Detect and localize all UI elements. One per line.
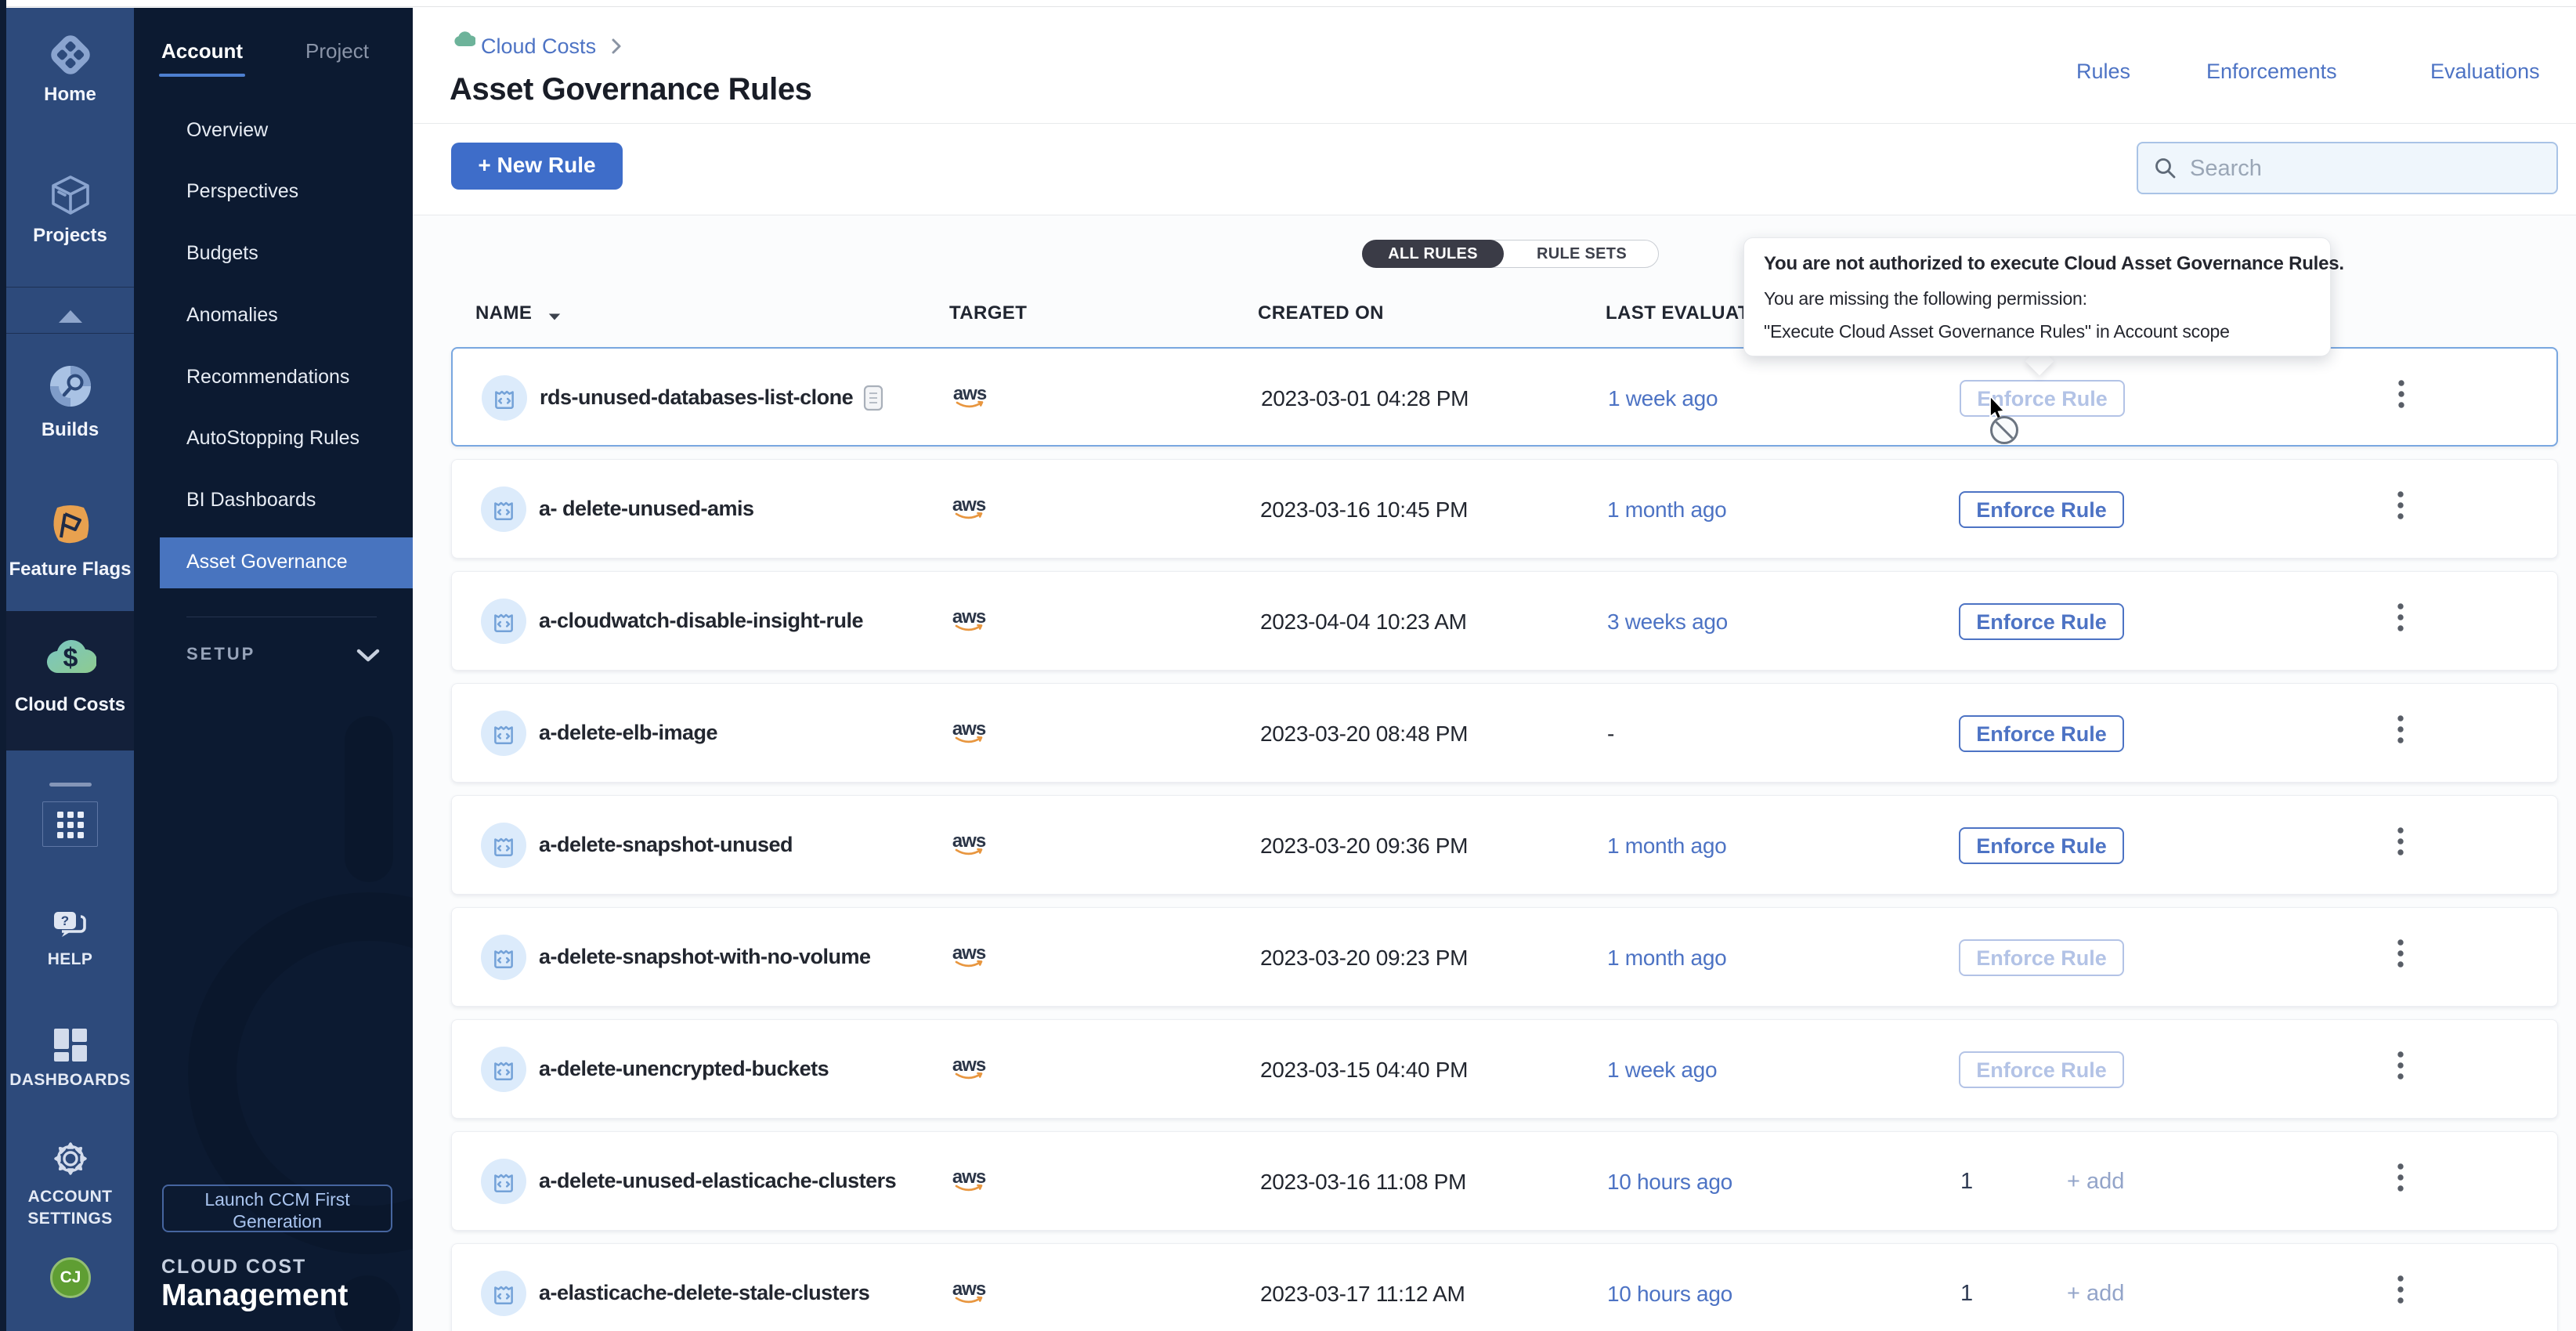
svg-text:$: $ (63, 643, 78, 673)
svg-text:?: ? (60, 913, 68, 928)
